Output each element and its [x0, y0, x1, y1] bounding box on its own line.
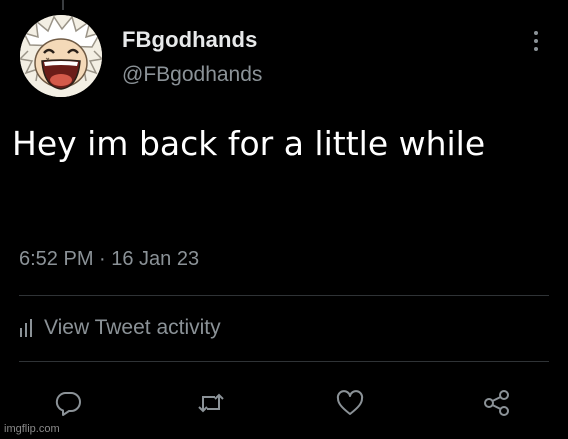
thread-line: [62, 0, 64, 10]
divider: [19, 361, 549, 362]
share-icon: [484, 390, 509, 416]
share-button[interactable]: [479, 385, 515, 421]
display-name[interactable]: FBgodhands: [122, 27, 257, 53]
view-tweet-activity-label: View Tweet activity: [44, 316, 221, 339]
avatar[interactable]: [20, 15, 102, 97]
retweet-button[interactable]: [193, 385, 229, 421]
tweet-action-bar: [0, 385, 568, 421]
tweet-timestamp[interactable]: 6:52 PM · 16 Jan 23: [19, 248, 199, 271]
more-options-button[interactable]: [526, 28, 546, 54]
view-tweet-activity-link[interactable]: View Tweet activity: [20, 315, 221, 341]
like-button[interactable]: [332, 385, 368, 421]
avatar-image: [20, 15, 102, 97]
user-handle[interactable]: @FBgodhands: [122, 63, 262, 87]
divider: [19, 295, 549, 296]
heart-icon: [336, 390, 364, 415]
retweet-icon: [198, 393, 224, 413]
reply-icon: [55, 392, 81, 416]
tweet-text: Hey im back for a little while: [12, 124, 486, 163]
reply-button[interactable]: [50, 385, 86, 421]
more-vertical-icon: [534, 31, 538, 51]
bar-chart-icon: [20, 319, 32, 337]
watermark: imgflip.com: [4, 423, 60, 435]
